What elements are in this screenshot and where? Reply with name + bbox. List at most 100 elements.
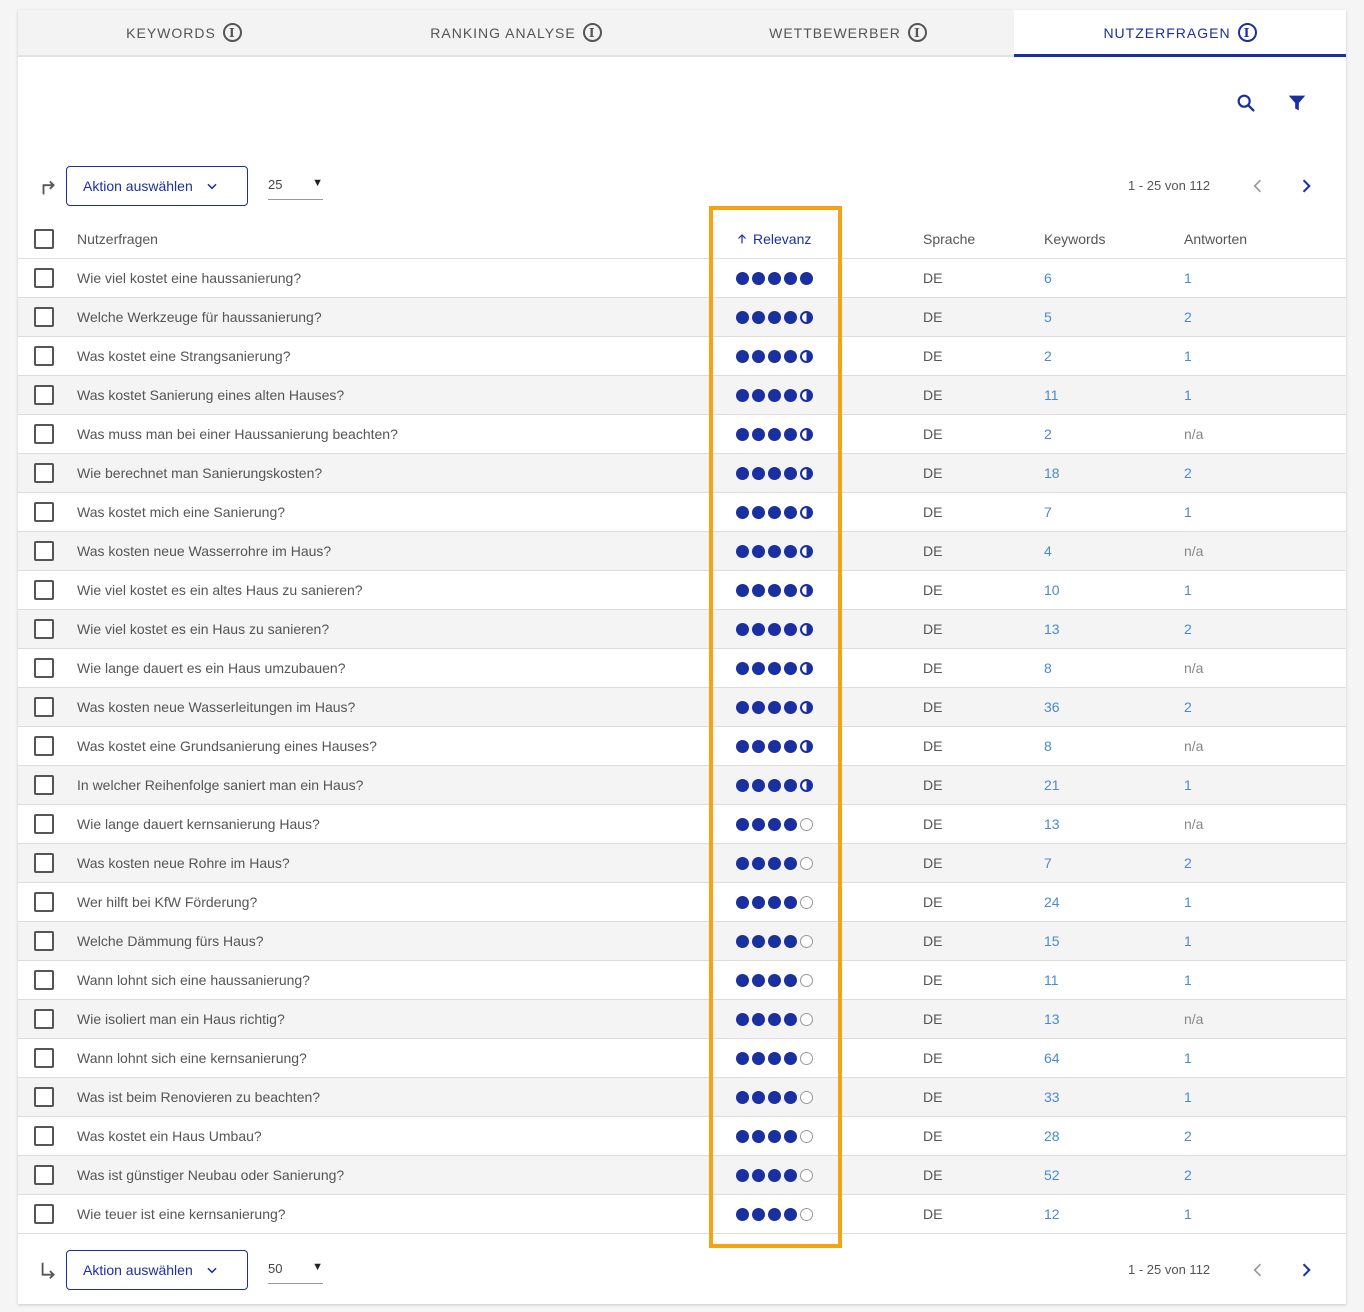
row-checkbox[interactable] <box>34 268 54 288</box>
table-row[interactable]: Wie berechnet man Sanierungskosten? DE 18 2 <box>18 454 1346 493</box>
tab-wettbewerber[interactable]: WETTBEWERBER i <box>682 10 1014 55</box>
row-checkbox[interactable] <box>34 1048 54 1068</box>
row-checkbox[interactable] <box>34 463 54 483</box>
row-checkbox[interactable] <box>34 307 54 327</box>
row-keywords-link[interactable]: 7 <box>1044 844 1052 882</box>
row-keywords-link[interactable]: 2 <box>1044 337 1052 375</box>
row-keywords-link[interactable]: 7 <box>1044 493 1052 531</box>
row-checkbox[interactable] <box>34 892 54 912</box>
row-checkbox[interactable] <box>34 970 54 990</box>
row-keywords-link[interactable]: 28 <box>1044 1117 1060 1155</box>
select-all-checkbox[interactable] <box>34 229 54 249</box>
action-select-button[interactable]: Aktion auswählen <box>66 166 248 206</box>
chevron-right-icon[interactable] <box>1296 176 1316 196</box>
row-checkbox[interactable] <box>34 853 54 873</box>
row-keywords-link[interactable]: 64 <box>1044 1039 1060 1077</box>
row-keywords-link[interactable]: 13 <box>1044 1000 1060 1038</box>
row-keywords-link[interactable]: 5 <box>1044 298 1052 336</box>
row-keywords-link[interactable]: 33 <box>1044 1078 1060 1116</box>
filter-icon[interactable] <box>1286 92 1308 114</box>
row-keywords-link[interactable]: 12 <box>1044 1195 1060 1233</box>
info-icon[interactable]: i <box>582 23 602 42</box>
table-row[interactable]: Wie teuer ist eine kernsanierung? DE 12 1 <box>18 1195 1346 1234</box>
tab-nutzerfragen[interactable]: NUTZERFRAGEN i <box>1014 10 1346 57</box>
row-answers-link[interactable]: 1 <box>1184 883 1192 921</box>
table-row[interactable]: Wie lange dauert kernsanierung Haus? DE 13… <box>18 805 1346 844</box>
row-keywords-link[interactable]: 21 <box>1044 766 1060 804</box>
table-row[interactable]: Wie viel kostet es ein altes Haus zu san… <box>18 571 1346 610</box>
chevron-right-icon[interactable] <box>1296 1260 1316 1280</box>
table-row[interactable]: Was ist günstiger Neubau oder Sanierung?… <box>18 1156 1346 1195</box>
row-answers-link[interactable]: 1 <box>1184 493 1192 531</box>
row-answers-link[interactable]: 1 <box>1184 1078 1192 1116</box>
table-row[interactable]: Was kostet eine Grundsanierung eines Hau… <box>18 727 1346 766</box>
table-row[interactable]: Was kosten neue Wasserleitungen im Haus?… <box>18 688 1346 727</box>
chevron-left-icon[interactable] <box>1248 1260 1268 1280</box>
table-row[interactable]: Wann lohnt sich eine kernsanierung? DE 64 1 <box>18 1039 1346 1078</box>
row-checkbox[interactable] <box>34 424 54 444</box>
header-language[interactable]: Sprache <box>923 220 975 258</box>
row-answers-link[interactable]: 2 <box>1184 454 1192 492</box>
row-keywords-link[interactable]: 4 <box>1044 532 1052 570</box>
row-answers-link[interactable]: 1 <box>1184 337 1192 375</box>
table-row[interactable]: Was kosten neue Rohre im Haus? DE 7 2 <box>18 844 1346 883</box>
row-checkbox[interactable] <box>34 931 54 951</box>
row-checkbox[interactable] <box>34 697 54 717</box>
row-keywords-link[interactable]: 36 <box>1044 688 1060 726</box>
row-keywords-link[interactable]: 24 <box>1044 883 1060 921</box>
row-checkbox[interactable] <box>34 658 54 678</box>
per-page-select[interactable]: 25 ▼ <box>268 174 323 200</box>
header-answers[interactable]: Antworten <box>1184 220 1247 258</box>
table-row[interactable]: Was ist beim Renovieren zu beachten? DE 33… <box>18 1078 1346 1117</box>
row-keywords-link[interactable]: 13 <box>1044 805 1060 843</box>
table-row[interactable]: Was kostet Sanierung eines alten Hauses?… <box>18 376 1346 415</box>
info-icon[interactable]: i <box>1237 23 1257 42</box>
row-checkbox[interactable] <box>34 1009 54 1029</box>
table-row[interactable]: Was kosten neue Wasserrohre im Haus? DE 4 n… <box>18 532 1346 571</box>
row-answers-link[interactable]: 2 <box>1184 1156 1192 1194</box>
row-keywords-link[interactable]: 8 <box>1044 727 1052 765</box>
row-keywords-link[interactable]: 8 <box>1044 649 1052 687</box>
table-row[interactable]: Was muss man bei einer Haussanierung bea… <box>18 415 1346 454</box>
row-answers-link[interactable]: 2 <box>1184 844 1192 882</box>
row-keywords-link[interactable]: 11 <box>1044 961 1059 999</box>
table-row[interactable]: Wie viel kostet es ein Haus zu sanieren?… <box>18 610 1346 649</box>
table-row[interactable]: Welche Werkzeuge für haussanierung? DE 5 2 <box>18 298 1346 337</box>
row-answers-link[interactable]: 1 <box>1184 376 1192 414</box>
search-icon[interactable] <box>1235 92 1257 114</box>
row-keywords-link[interactable]: 13 <box>1044 610 1060 648</box>
info-icon[interactable]: i <box>907 23 927 42</box>
info-icon[interactable]: i <box>222 23 242 42</box>
row-checkbox[interactable] <box>34 502 54 522</box>
table-row[interactable]: Wie lange dauert es ein Haus umzubauen? D… <box>18 649 1346 688</box>
row-checkbox[interactable] <box>34 580 54 600</box>
table-row[interactable]: Wie viel kostet eine haussanierung? DE 6 1 <box>18 259 1346 298</box>
table-row[interactable]: Wer hilft bei KfW Förderung? DE 24 1 <box>18 883 1346 922</box>
row-keywords-link[interactable]: 18 <box>1044 454 1060 492</box>
row-answers-link[interactable]: 1 <box>1184 766 1192 804</box>
header-question[interactable]: Nutzerfragen <box>77 220 158 258</box>
row-answers-link[interactable]: 1 <box>1184 1039 1192 1077</box>
row-checkbox[interactable] <box>34 1087 54 1107</box>
tab-ranking-analyse[interactable]: RANKING ANALYSE i <box>350 10 682 55</box>
row-answers-link[interactable]: 1 <box>1184 961 1192 999</box>
row-keywords-link[interactable]: 6 <box>1044 259 1052 297</box>
row-checkbox[interactable] <box>34 736 54 756</box>
row-answers-link[interactable]: 1 <box>1184 1195 1192 1233</box>
table-row[interactable]: Was kostet ein Haus Umbau? DE 28 2 <box>18 1117 1346 1156</box>
row-answers-link[interactable]: 2 <box>1184 1117 1192 1155</box>
row-checkbox[interactable] <box>34 1204 54 1224</box>
row-answers-link[interactable]: 2 <box>1184 298 1192 336</box>
row-checkbox[interactable] <box>34 814 54 834</box>
row-checkbox[interactable] <box>34 1126 54 1146</box>
table-row[interactable]: Was kostet eine Strangsanierung? DE 2 1 <box>18 337 1346 376</box>
table-row[interactable]: Welche Dämmung fürs Haus? DE 15 1 <box>18 922 1346 961</box>
row-checkbox[interactable] <box>34 1165 54 1185</box>
row-answers-link[interactable]: 1 <box>1184 571 1192 609</box>
table-row[interactable]: Wie isoliert man ein Haus richtig? DE 13 n/… <box>18 1000 1346 1039</box>
table-row[interactable]: Wann lohnt sich eine haussanierung? DE 11 1 <box>18 961 1346 1000</box>
row-answers-link[interactable]: 1 <box>1184 259 1192 297</box>
row-checkbox[interactable] <box>34 619 54 639</box>
row-checkbox[interactable] <box>34 541 54 561</box>
row-checkbox[interactable] <box>34 346 54 366</box>
